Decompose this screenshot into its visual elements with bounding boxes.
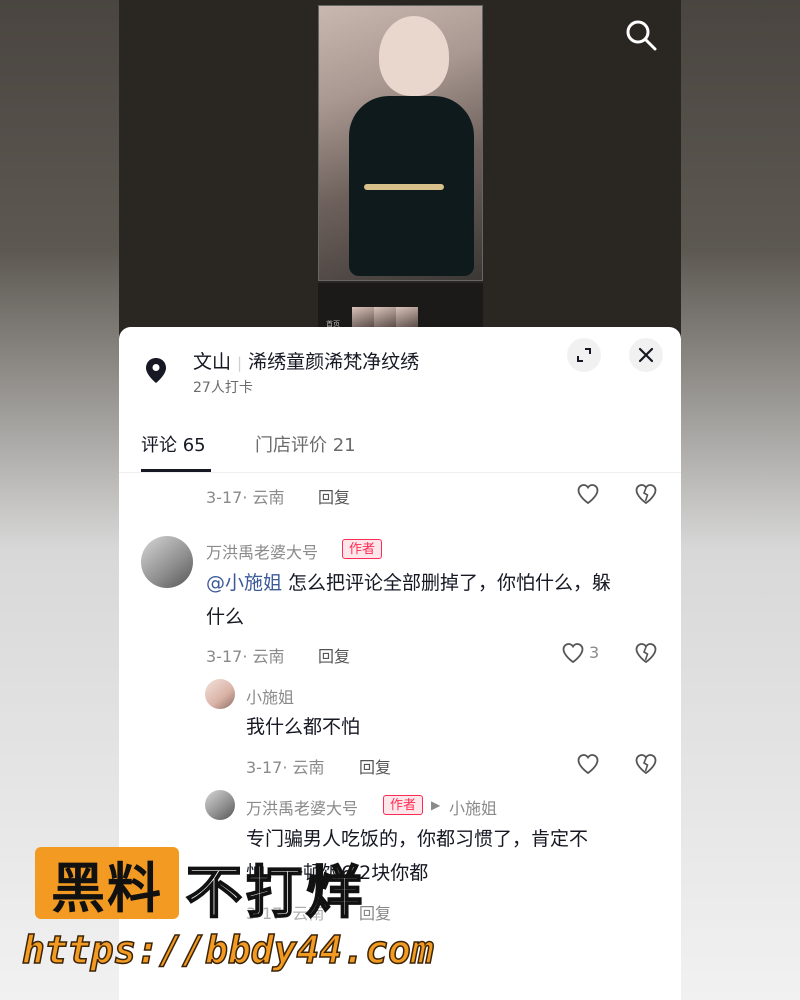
reply-button[interactable]: 回复 xyxy=(318,643,350,667)
video-figure-belt xyxy=(364,184,444,190)
poi-name: 浠绣童颜浠梵净纹绣 xyxy=(248,351,420,373)
dislike-icon[interactable] xyxy=(634,641,658,665)
watermark-logo-text: 黑料 xyxy=(51,856,163,920)
avatar[interactable] xyxy=(141,536,193,588)
comment-meta: 3-17· 云南 xyxy=(206,488,285,507)
comment-username[interactable]: 万洪禹老婆大号 xyxy=(246,795,358,819)
reply-arrow-icon: ▶ xyxy=(431,798,441,812)
video-figure-head xyxy=(379,16,449,96)
comment-text: @小施姐 怎么把评论全部删掉了，你怕什么，躲 什么 xyxy=(206,566,666,634)
comment-text: 我什么都不怕 xyxy=(246,716,361,738)
like-count: 3 xyxy=(589,643,600,662)
heart-icon[interactable] xyxy=(576,752,600,776)
expand-icon xyxy=(577,348,591,362)
comment-text-line1: 怎么把评论全部删掉了，你怕什么，躲 xyxy=(282,572,612,594)
author-badge: 作者 xyxy=(342,539,383,559)
avatar[interactable] xyxy=(205,679,235,709)
blurred-overlay xyxy=(469,857,649,887)
author-badge: 作者 xyxy=(383,795,424,815)
reply-button[interactable]: 回复 xyxy=(359,754,391,778)
poi-checkins: 27人打卡 xyxy=(193,380,253,396)
dislike-icon[interactable] xyxy=(634,482,658,506)
avatar[interactable] xyxy=(205,790,235,820)
reply-button[interactable]: 回复 xyxy=(318,484,350,508)
tab-store-reviews[interactable]: 门店评价 21 xyxy=(255,431,356,457)
video-preview[interactable] xyxy=(318,5,483,281)
watermark-text: 不打烊 xyxy=(185,860,366,927)
watermark-url: https://bbdy44.com xyxy=(21,927,434,973)
location-pin-icon xyxy=(146,358,166,383)
comment-username[interactable]: 万洪禹老婆大号 xyxy=(206,539,318,563)
comment-meta: 3-17· 云南 xyxy=(206,647,285,666)
comment-text-line1: 专门骗男人吃饭的，你都习惯了，肯定不 xyxy=(246,828,589,850)
blurred-overlay xyxy=(559,895,639,917)
tab-comments[interactable]: 评论 65 xyxy=(141,431,206,457)
close-icon xyxy=(638,347,654,363)
comment-meta: 3-17· 云南 xyxy=(246,758,325,777)
comment-text-line2: 什么 xyxy=(206,606,245,628)
poi-divider: | xyxy=(237,354,243,372)
dislike-icon[interactable] xyxy=(634,752,658,776)
search-icon[interactable] xyxy=(624,18,658,52)
heart-icon[interactable] xyxy=(576,482,600,506)
thumbnail-1[interactable] xyxy=(352,307,374,327)
tab-divider xyxy=(119,472,681,473)
expand-button[interactable] xyxy=(567,338,601,372)
heart-icon[interactable] xyxy=(561,641,585,665)
poi-title[interactable]: 文山 | 浠绣童颜浠梵净纹绣 xyxy=(193,347,419,374)
reply-target-username[interactable]: 小施姐 xyxy=(449,795,497,819)
comment-username[interactable]: 小施姐 xyxy=(246,684,294,708)
mention-link[interactable]: @小施姐 xyxy=(206,572,282,594)
thumbnail-3[interactable] xyxy=(396,307,418,327)
thumbnail-strip[interactable]: 首页 xyxy=(318,283,483,328)
thumbnail-2[interactable] xyxy=(374,307,396,327)
poi-location: 文山 xyxy=(193,351,232,373)
watermark-logo: 黑料 xyxy=(35,847,179,920)
close-button[interactable] xyxy=(629,338,663,372)
tab-bar: 评论 65 门店评价 21 xyxy=(119,427,681,473)
